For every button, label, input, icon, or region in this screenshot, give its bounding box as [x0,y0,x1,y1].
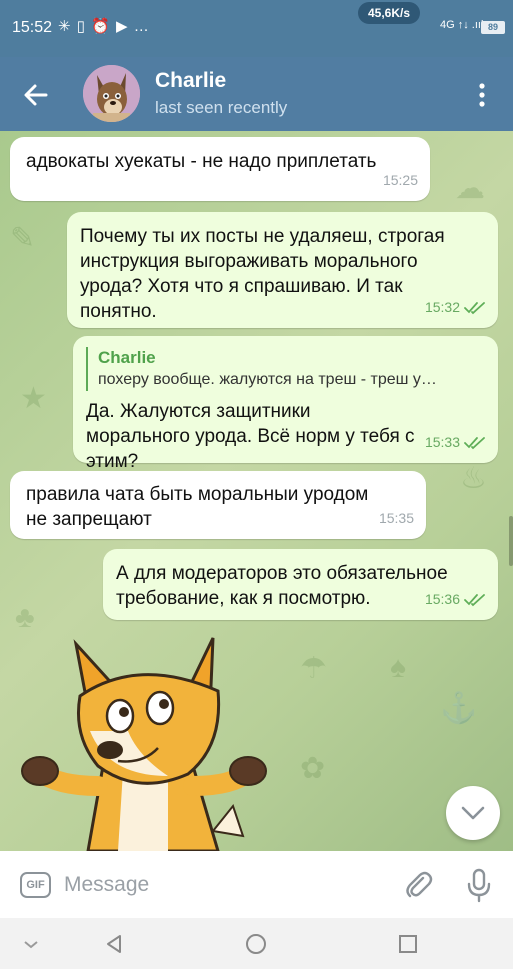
nav-home-button[interactable] [244,932,268,956]
back-button[interactable] [20,79,52,111]
double-check-icon [464,593,485,606]
chat-header: Charlie last seen recently [0,57,513,131]
status-time: 15:52 [12,19,53,36]
message-text: Почему ты их посты не удаляеш, строгая и… [80,226,450,322]
message-time: 15:36 [424,591,460,607]
message-time: 15:25 [382,172,418,188]
voice-message-button[interactable] [464,867,494,903]
message-composer: GIF [0,851,513,918]
nav-recents-button[interactable] [396,932,420,956]
chat-last-seen: last seen recently [155,98,288,117]
message-text: адвокаты хуекаты - не надо приплетать [26,151,377,172]
background-doodle-icon: ★ [20,382,47,415]
background-doodle-icon: ⚓ [440,692,478,725]
reply-quote[interactable]: Charlie похеру вообще. жалуются на треш … [86,347,486,391]
background-doodle-icon: ♣ [15,601,35,634]
dog-avatar-icon [83,65,140,122]
chat-history[interactable]: ✎ ☁ ★ ♨ ♣ ☂ ♠ ⚓ ✿ адвокаты хуекаты - не … [0,131,513,851]
message-meta: 15:32 [425,295,486,320]
background-doodle-icon: ☂ [300,652,327,685]
double-check-icon [464,301,485,314]
more-options-button[interactable] [470,81,494,109]
message-input[interactable] [64,869,384,901]
chat-title[interactable]: Charlie [155,69,226,93]
triangle-back-icon [107,935,121,953]
notification-icons: ✳ ▯ ⏰ ▶ … [58,18,150,35]
network-speed-badge: 45,6K/s [358,2,420,24]
message-bubble[interactable]: А для модераторов это обязательное требо… [103,549,498,620]
background-doodle-icon: ♠ [390,651,406,684]
message-text: правила чата быть моральныи уродом не за… [26,484,374,530]
square-recents-icon [399,935,417,953]
battery-icon: 89 [481,21,505,34]
avatar[interactable] [83,65,140,122]
background-doodle-icon: ✎ [10,222,36,255]
message-bubble[interactable]: Charlie похеру вообще. жалуются на треш … [73,336,498,472]
paperclip-icon [406,871,433,898]
message-bubble[interactable]: Почему ты их посты не удаляеш, строгая и… [67,212,498,328]
message-meta: 15:33 [425,430,486,455]
double-check-icon [464,436,485,449]
system-navigation-bar [0,918,513,969]
scrollbar[interactable] [509,516,513,566]
status-bar: 15:52 ✳ ▯ ⏰ ▶ … 45,6K/s 4G ↑↓ .ııl 89 [0,0,513,57]
chevron-down-icon [461,806,485,820]
message-meta: 15:35 [379,506,414,531]
background-doodle-icon: ☁ [455,172,485,205]
reply-author: Charlie [98,348,156,367]
message-meta: 15:25 [383,168,418,193]
chevron-down-icon [24,941,38,949]
reply-snippet: похеру вообще. жалуются на треш - треш у… [98,371,437,388]
gif-button[interactable]: GIF [20,872,51,898]
message-bubble[interactable]: правила чата быть моральныи уродом не за… [10,471,426,539]
nav-hide-button[interactable] [19,932,43,956]
microphone-icon [467,868,491,903]
attach-button[interactable] [402,869,434,901]
signal-icon: 4G ↑↓ .ııl [440,19,484,31]
circle-home-icon [246,934,266,954]
nav-back-button[interactable] [102,932,126,956]
message-time: 15:33 [424,434,460,450]
background-doodle-icon: ✿ [300,752,326,785]
message-bubble[interactable]: адвокаты хуекаты - не надо приплетать 15… [10,137,430,201]
arrow-left-icon [24,84,48,106]
more-vertical-icon [479,83,485,107]
scroll-to-bottom-button[interactable] [446,786,500,840]
fox-sticker-icon [21,637,267,851]
message-meta: 15:36 [425,587,486,612]
message-time: 15:35 [378,510,414,526]
message-time: 15:32 [424,299,460,315]
fox-sticker[interactable] [18,636,268,851]
